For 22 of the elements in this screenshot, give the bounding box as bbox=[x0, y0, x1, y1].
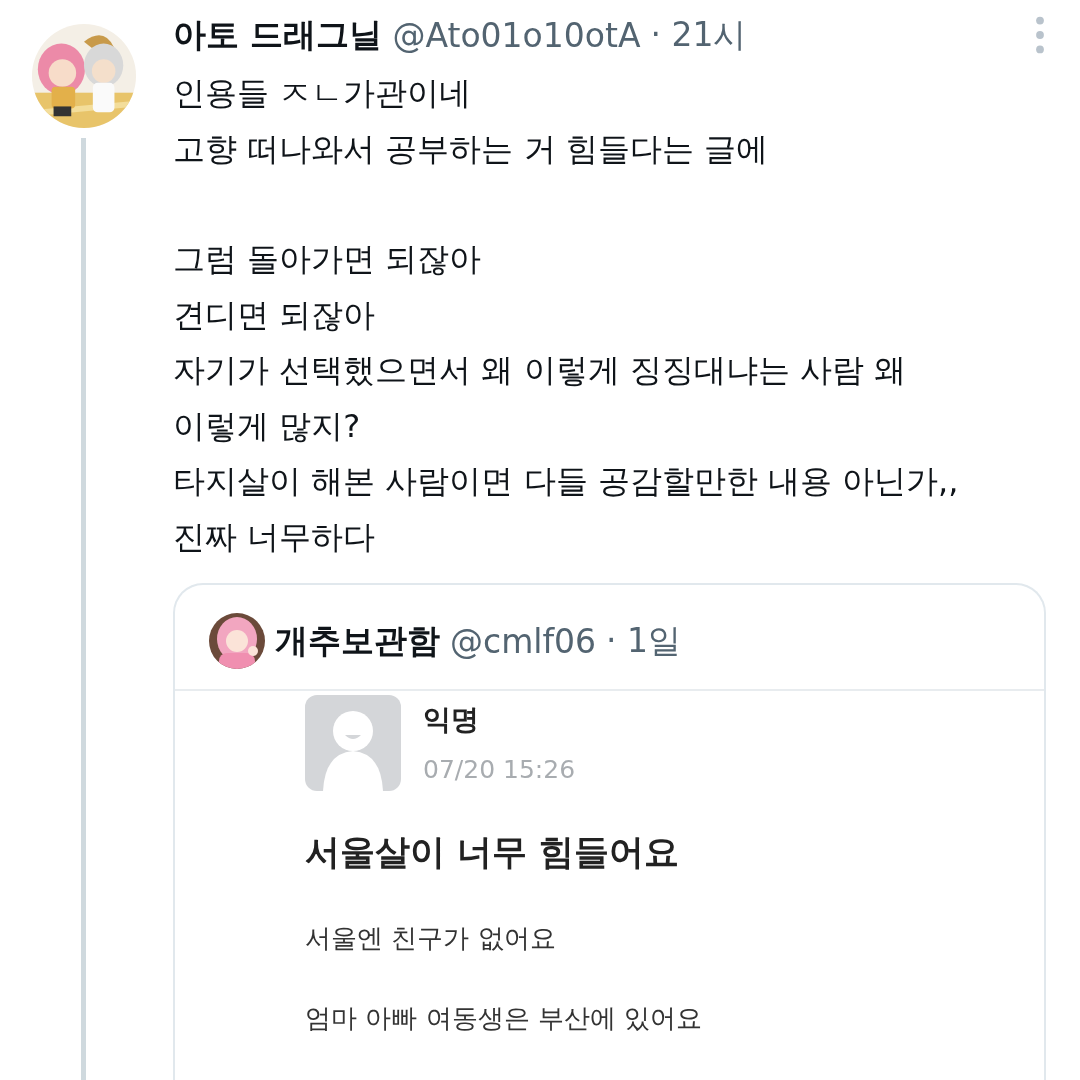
post-text-line: 엄마 아빠 여동생은 부산에 있어요 bbox=[305, 1002, 704, 1035]
tweet-text-line: 진짜 너무하다 bbox=[173, 516, 377, 558]
tweet-text-line: 인용들 ㅈㄴ가관이네 bbox=[173, 73, 473, 114]
quoted-post-card[interactable]: 개추보관함 @cmlf06 · 1일 익명 07/20 15:26 서울살이 너무 힘들어요 서울엔 친구가 없어요 엄마 아빠 여동생은 부산에 있어요 bbox=[173, 583, 1046, 1080]
tweet-text-line: 고향 떠나와서 공부하는 거 힘들다는 글에 bbox=[173, 128, 769, 170]
tweet-text-line: 자기가 선택했으면서 왜 이렇게 징징대냐는 사람 왜 bbox=[173, 350, 908, 391]
author-name: 익명 bbox=[423, 702, 480, 738]
post-title: 서울살이 너무 힘들어요 bbox=[305, 831, 681, 874]
post-text-line: 서울엔 친구가 없어요 bbox=[305, 922, 557, 955]
post-time[interactable]: · 21시 bbox=[650, 12, 747, 58]
quoted-user-handle: @cmlf06 bbox=[450, 621, 597, 661]
quoted-user-name: 개추보관함 bbox=[275, 619, 440, 662]
more-options-icon[interactable] bbox=[1034, 15, 1046, 55]
user-handle[interactable]: @Ato01o10otA bbox=[392, 15, 641, 55]
tweet-text-line: 타지살이 해본 사람이면 다들 공감할만한 내용 아닌가,, bbox=[173, 461, 960, 502]
avatar-icon bbox=[305, 695, 401, 791]
user-name[interactable]: 아토 드래그닐 bbox=[173, 12, 383, 58]
tweet-text-line: 그럼 돌아가면 되잖아 bbox=[173, 239, 483, 280]
tweet-text-line: 이렇게 많지? bbox=[173, 405, 362, 447]
tweet-text-line: 견디면 되잖아 bbox=[173, 294, 377, 336]
quoted-post-time: · 1일 bbox=[606, 619, 682, 662]
post-date: 07/20 15:26 bbox=[423, 755, 576, 784]
